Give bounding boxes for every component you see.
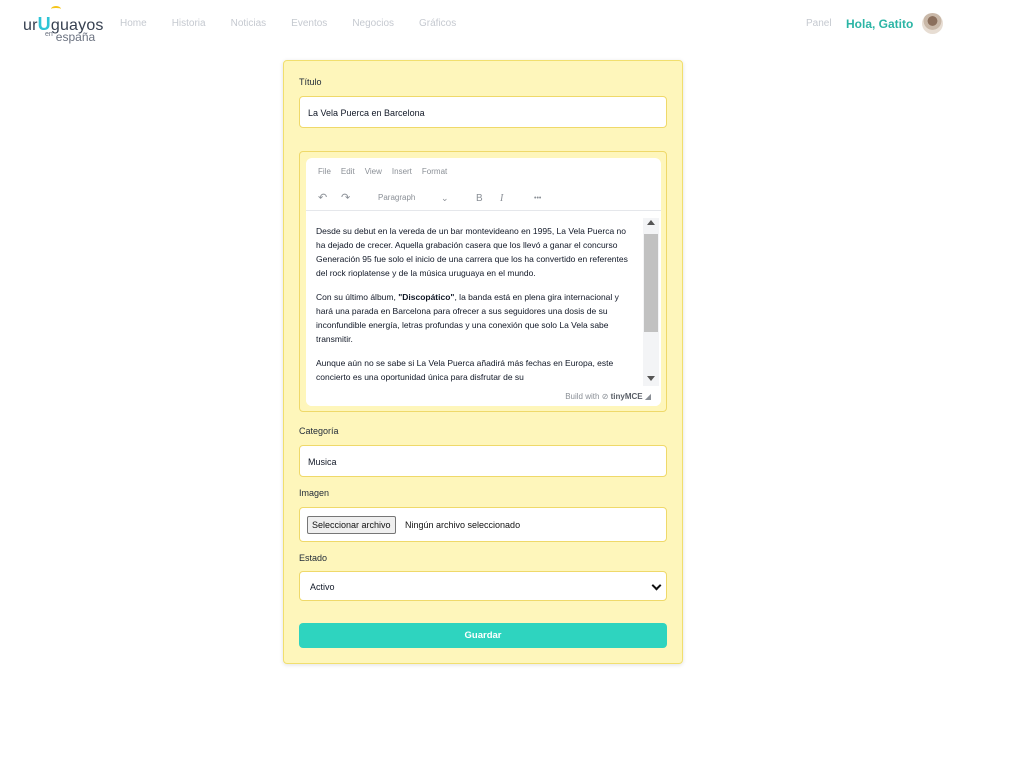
editor-wrapper: File Edit View Insert Format ↶ ↷ Paragra…: [299, 151, 667, 412]
title-label: Título: [299, 77, 322, 87]
title-input-value: La Vela Puerca en Barcelona: [308, 108, 425, 118]
editor-content[interactable]: Desde su debut en la vereda de un bar mo…: [316, 224, 634, 394]
status-select[interactable]: Activo: [299, 571, 667, 601]
editor-paragraph: Con su último álbum, "Discopático", la b…: [316, 292, 619, 344]
scroll-down-icon[interactable]: [647, 376, 655, 381]
chevron-down-icon: [651, 580, 662, 591]
save-button[interactable]: Guardar: [299, 623, 667, 648]
nav-negocios[interactable]: Negocios: [352, 18, 394, 29]
block-format-select[interactable]: Paragraph: [378, 193, 415, 202]
editor-paragraph: Aunque aún no se sabe si La Vela Puerca …: [316, 358, 614, 382]
more-icon[interactable]: •••: [534, 195, 541, 202]
rich-text-editor: File Edit View Insert Format ↶ ↷ Paragra…: [306, 158, 661, 406]
post-form: Título La Vela Puerca en Barcelona File …: [283, 60, 683, 664]
image-label: Imagen: [299, 488, 330, 498]
title-input[interactable]: La Vela Puerca en Barcelona: [299, 96, 667, 128]
bold-icon[interactable]: B: [476, 193, 483, 204]
redo-icon[interactable]: ↷: [341, 191, 350, 204]
top-header: urUguayos en españa Home Historia Noticia…: [0, 0, 1019, 50]
category-label: Categoría: [299, 426, 339, 436]
undo-icon[interactable]: ↶: [318, 191, 327, 204]
editor-paragraph: Desde su debut en la vereda de un bar mo…: [316, 226, 628, 278]
nav-eventos[interactable]: Eventos: [291, 18, 327, 29]
scroll-thumb[interactable]: [644, 234, 658, 332]
category-input-value: Musica: [308, 457, 337, 467]
main-nav: Home Historia Noticias Eventos Negocios …: [120, 18, 456, 29]
editor-menubar: File Edit View Insert Format: [318, 167, 447, 176]
menu-insert[interactable]: Insert: [392, 167, 412, 176]
nav-noticias[interactable]: Noticias: [231, 18, 267, 29]
editor-toolbar: ↶ ↷ Paragraph ⌄ B I •••: [306, 186, 661, 211]
editor-scrollbar[interactable]: [643, 218, 659, 386]
category-input[interactable]: Musica: [299, 445, 667, 477]
menu-edit[interactable]: Edit: [341, 167, 355, 176]
site-logo[interactable]: urUguayos en españa: [23, 6, 107, 44]
chevron-down-icon[interactable]: ⌄: [441, 193, 449, 204]
status-select-value: Activo: [310, 582, 335, 592]
file-status-text: Ningún archivo seleccionado: [405, 520, 521, 530]
menu-file[interactable]: File: [318, 167, 331, 176]
nav-panel[interactable]: Panel: [806, 18, 832, 29]
menu-format[interactable]: Format: [422, 167, 447, 176]
sun-icon: [51, 6, 61, 12]
user-greeting[interactable]: Hola, Gatito: [846, 17, 913, 31]
editor-statusbar: Build with ⊘ tinyMCE ◢: [306, 388, 661, 406]
choose-file-button[interactable]: Seleccionar archivo: [307, 516, 396, 534]
nav-graficos[interactable]: Gráficos: [419, 18, 456, 29]
italic-icon[interactable]: I: [500, 193, 503, 204]
logo-sub-text: en españa: [45, 30, 96, 44]
image-file-input[interactable]: Seleccionar archivo Ningún archivo selec…: [299, 507, 667, 542]
status-label: Estado: [299, 553, 328, 563]
nav-historia[interactable]: Historia: [172, 18, 206, 29]
nav-home[interactable]: Home: [120, 18, 147, 29]
menu-view[interactable]: View: [365, 167, 382, 176]
tinymce-branding[interactable]: Build with ⊘ tinyMCE ◢: [565, 392, 651, 401]
scroll-up-icon[interactable]: [647, 220, 655, 225]
avatar[interactable]: [922, 13, 943, 34]
